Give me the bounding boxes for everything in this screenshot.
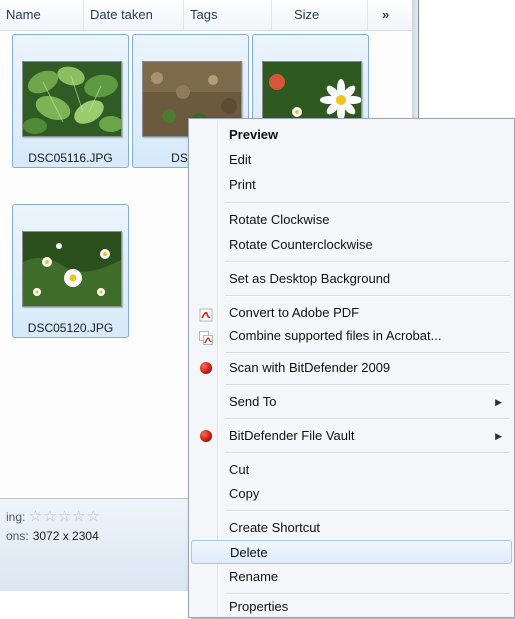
menu-item-label: Rotate Clockwise xyxy=(229,212,330,227)
menu-item-create-shortcut[interactable]: Create Shortcut xyxy=(191,516,512,540)
dimensions-row: ons: 3072 x 2304 xyxy=(6,529,99,543)
menu-item-label: Delete xyxy=(230,545,268,560)
menu-separator xyxy=(225,510,510,512)
menu-item-rotate-clockwise[interactable]: Rotate Clockwise xyxy=(191,208,512,232)
column-name[interactable]: Name xyxy=(0,0,84,30)
menu-item-label: Scan with BitDefender 2009 xyxy=(229,360,391,375)
menu-item-convert-to-adobe-pdf[interactable]: Convert to Adobe PDF xyxy=(191,301,512,325)
submenu-arrow-icon: ▶ xyxy=(495,431,502,441)
menu-item-send-to[interactable]: Send To ▶ xyxy=(191,390,512,414)
acrobat-combine-icon xyxy=(199,329,213,345)
menu-item-bitdefender-file-vault[interactable]: BitDefender File Vault ▶ xyxy=(191,424,512,448)
menu-separator xyxy=(225,202,510,204)
menu-item-label: Send To xyxy=(229,394,277,409)
menu-item-label: Cut xyxy=(229,462,250,477)
thumbnail-filename: DSC05116.JPG xyxy=(28,151,113,165)
menu-item-label: Edit xyxy=(229,152,252,167)
photo-thumbnail xyxy=(22,61,122,137)
menu-separator xyxy=(225,261,510,263)
menu-item-edit[interactable]: Edit xyxy=(191,148,512,172)
menu-item-label: BitDefender File Vault xyxy=(229,428,355,443)
menu-item-label: Combine supported files in Acrobat... xyxy=(229,328,442,343)
column-tags[interactable]: Tags xyxy=(184,0,272,30)
menu-item-cut[interactable]: Cut xyxy=(191,458,512,482)
menu-item-properties[interactable]: Properties xyxy=(191,595,512,619)
menu-item-preview[interactable]: Preview xyxy=(191,123,512,147)
column-header-bar: Name Date taken Tags Size » xyxy=(0,0,412,31)
column-date-taken[interactable]: Date taken xyxy=(84,0,184,30)
menu-item-label: Properties xyxy=(229,599,289,614)
bitdefender-icon xyxy=(199,361,213,375)
menu-item-label: Preview xyxy=(229,127,279,142)
menu-item-label: Print xyxy=(229,177,256,192)
menu-item-rename[interactable]: Rename xyxy=(191,565,512,589)
menu-item-set-desktop-background[interactable]: Set as Desktop Background xyxy=(191,267,512,291)
dimensions-label: ons: xyxy=(6,529,29,543)
menu-separator xyxy=(225,384,510,386)
menu-item-label: Copy xyxy=(229,486,260,501)
submenu-arrow-icon: ▶ xyxy=(495,397,502,407)
menu-item-copy[interactable]: Copy xyxy=(191,482,512,506)
menu-item-print[interactable]: Print xyxy=(191,173,512,197)
menu-separator xyxy=(225,352,510,354)
menu-separator xyxy=(225,452,510,454)
thumbnail-filename: DSC05120.JPG xyxy=(27,321,114,335)
rating-row: ing: ☆☆☆☆☆ xyxy=(6,507,101,525)
menu-item-label: Rotate Counterclockwise xyxy=(229,237,373,252)
rating-label: ing: xyxy=(6,510,26,524)
menu-separator xyxy=(225,418,510,420)
dimensions-value: 3072 x 2304 xyxy=(32,529,99,543)
context-menu: Preview Edit Print Rotate Clockwise Rota… xyxy=(188,118,515,618)
menu-item-label: Rename xyxy=(229,569,279,584)
thumbnail-item[interactable]: DSC05120.JPG xyxy=(12,204,129,338)
adobe-pdf-icon xyxy=(199,306,213,322)
menu-item-delete[interactable]: Delete xyxy=(191,540,512,564)
menu-item-combine-in-acrobat[interactable]: Combine supported files in Acrobat... xyxy=(191,324,512,348)
rating-stars-icon[interactable]: ☆☆☆☆☆ xyxy=(29,508,101,525)
thumbnail-item[interactable]: DSC05116.JPG xyxy=(12,34,129,168)
menu-item-label: Create Shortcut xyxy=(229,520,321,535)
bitdefender-icon xyxy=(199,429,213,443)
menu-item-label: Convert to Adobe PDF xyxy=(229,305,360,320)
photo-thumbnail xyxy=(22,231,122,307)
menu-item-label: Set as Desktop Background xyxy=(229,271,391,286)
menu-separator xyxy=(225,295,510,297)
menu-item-rotate-counterclockwise[interactable]: Rotate Counterclockwise xyxy=(191,233,512,257)
menu-item-scan-bitdefender[interactable]: Scan with BitDefender 2009 xyxy=(191,356,512,380)
more-columns-chevron-icon[interactable]: » xyxy=(368,0,408,30)
column-size[interactable]: Size xyxy=(272,0,368,30)
